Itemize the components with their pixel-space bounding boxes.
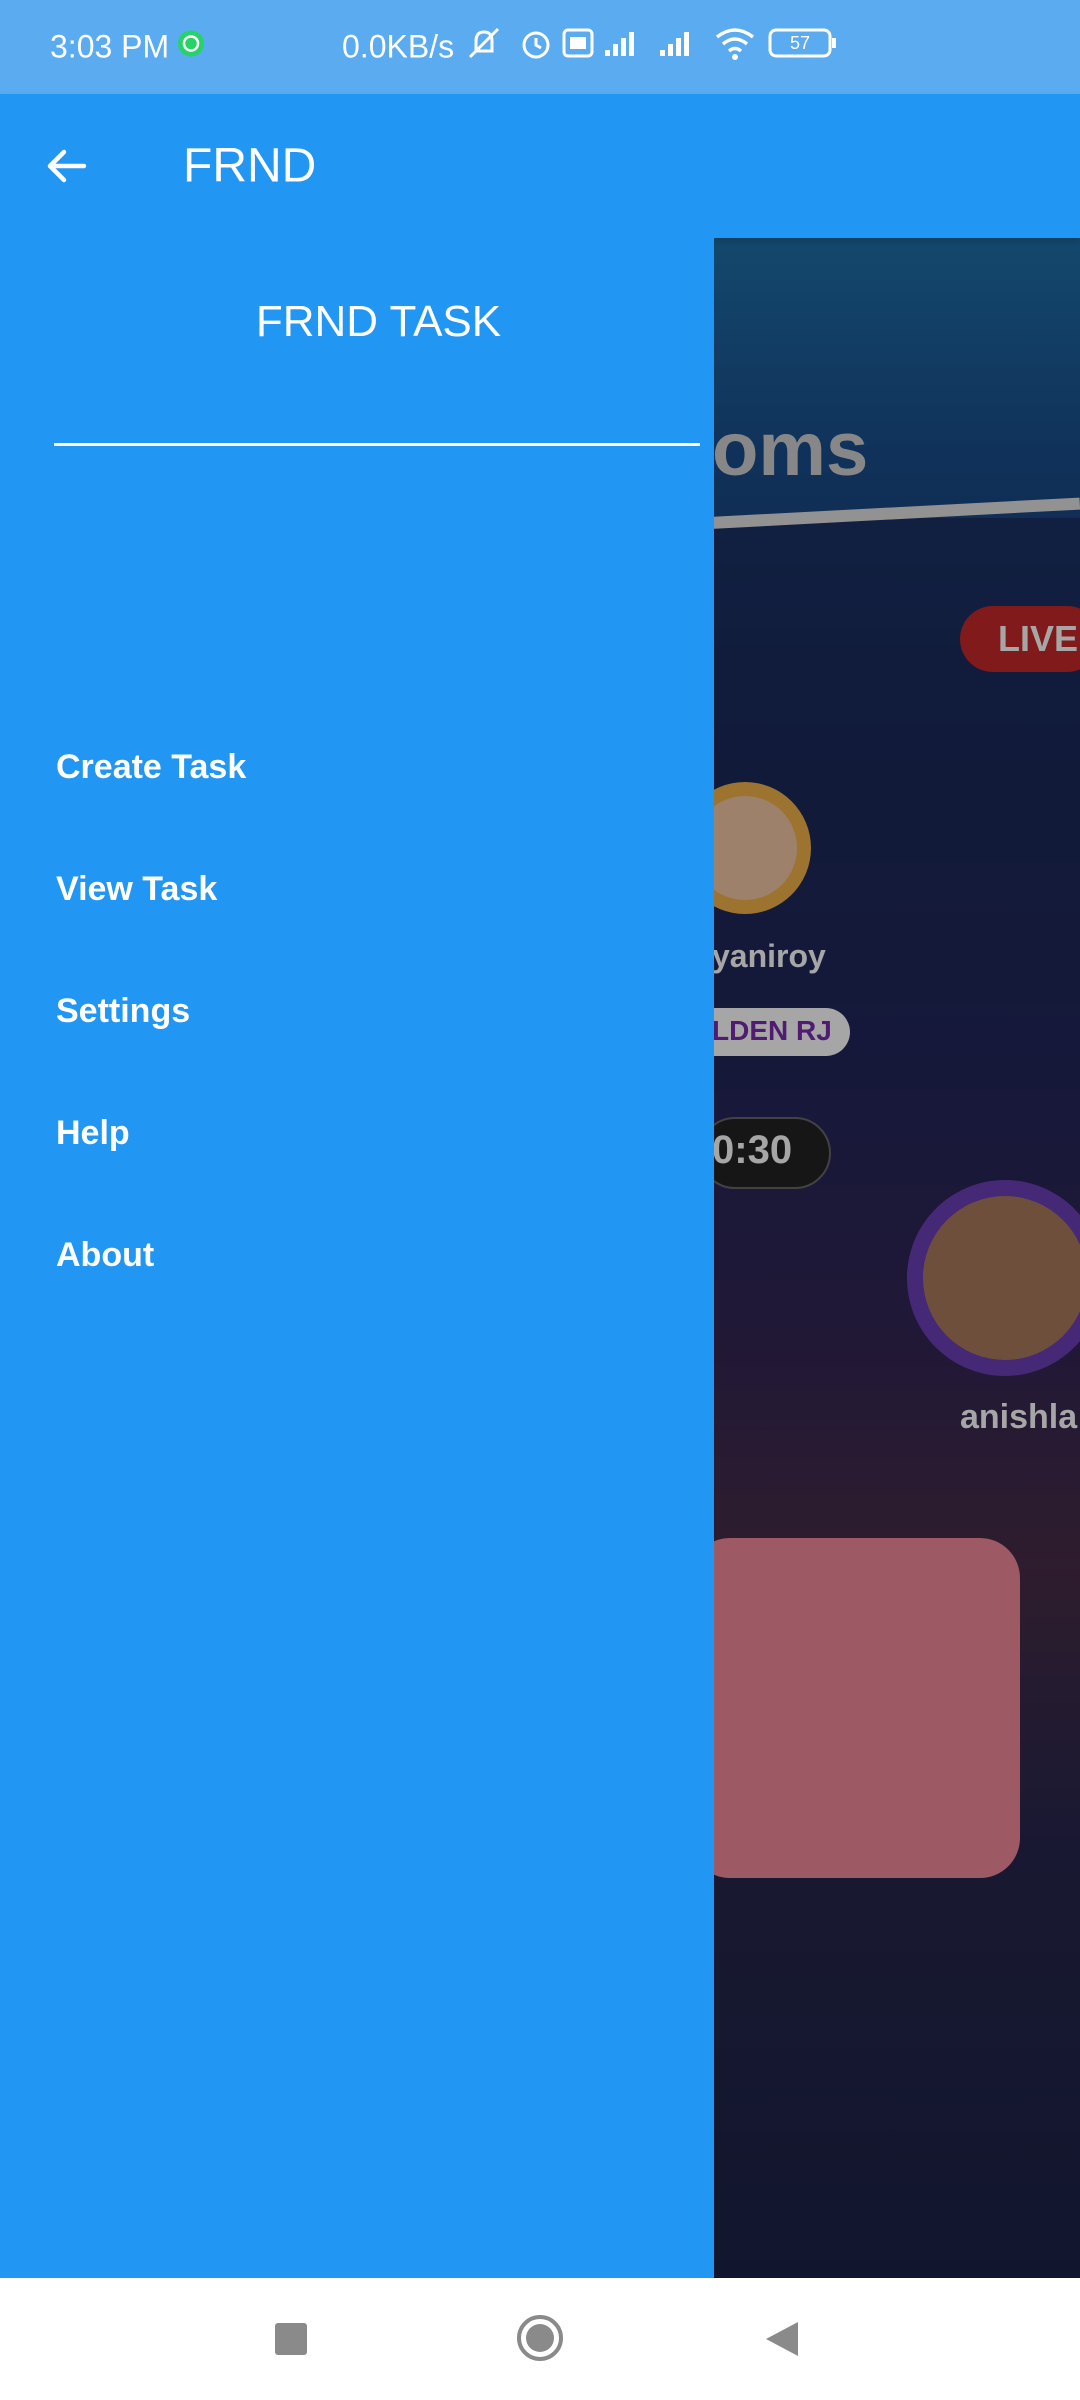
drawer-item-help[interactable]: Help	[56, 1114, 130, 1153]
system-nav-bar	[0, 2278, 1080, 2400]
status-bar: 3:03 PM 0.0KB/s 57	[0, 0, 1080, 94]
mute-icon	[464, 23, 504, 71]
signal-icon	[658, 28, 698, 66]
wifi-icon	[713, 25, 757, 69]
back-nav-button[interactable]	[747, 2307, 817, 2371]
home-button[interactable]	[505, 2303, 575, 2373]
whatsapp-icon	[177, 29, 205, 66]
signal-icon	[603, 28, 643, 66]
drawer-item-settings[interactable]: Settings	[56, 992, 190, 1031]
status-time: 3:03 PM	[50, 28, 170, 65]
drawer-item-create-task[interactable]: Create Task	[56, 748, 246, 787]
recents-button[interactable]	[256, 2307, 326, 2371]
square-icon	[275, 2323, 307, 2355]
circle-icon	[517, 2315, 563, 2361]
drawer-title: FRND TASK	[255, 297, 502, 346]
battery-level: 57	[790, 33, 810, 53]
triangle-back-icon	[766, 2322, 798, 2356]
alarm-icon	[518, 25, 554, 69]
drawer-item-view-task[interactable]: View Task	[56, 870, 217, 909]
navigation-drawer: FRND TASK Create Task View Task Settings…	[0, 238, 714, 2278]
battery-icon: 57	[768, 26, 838, 68]
app-bar: FRND	[0, 94, 1080, 238]
volte-icon	[562, 27, 594, 67]
back-button[interactable]	[30, 130, 102, 202]
app-title: FRND	[183, 139, 317, 193]
drawer-divider	[54, 443, 700, 446]
back-arrow-icon	[47, 149, 87, 183]
network-speed: 0.0KB/s	[342, 28, 455, 65]
drawer-item-about[interactable]: About	[56, 1236, 154, 1275]
